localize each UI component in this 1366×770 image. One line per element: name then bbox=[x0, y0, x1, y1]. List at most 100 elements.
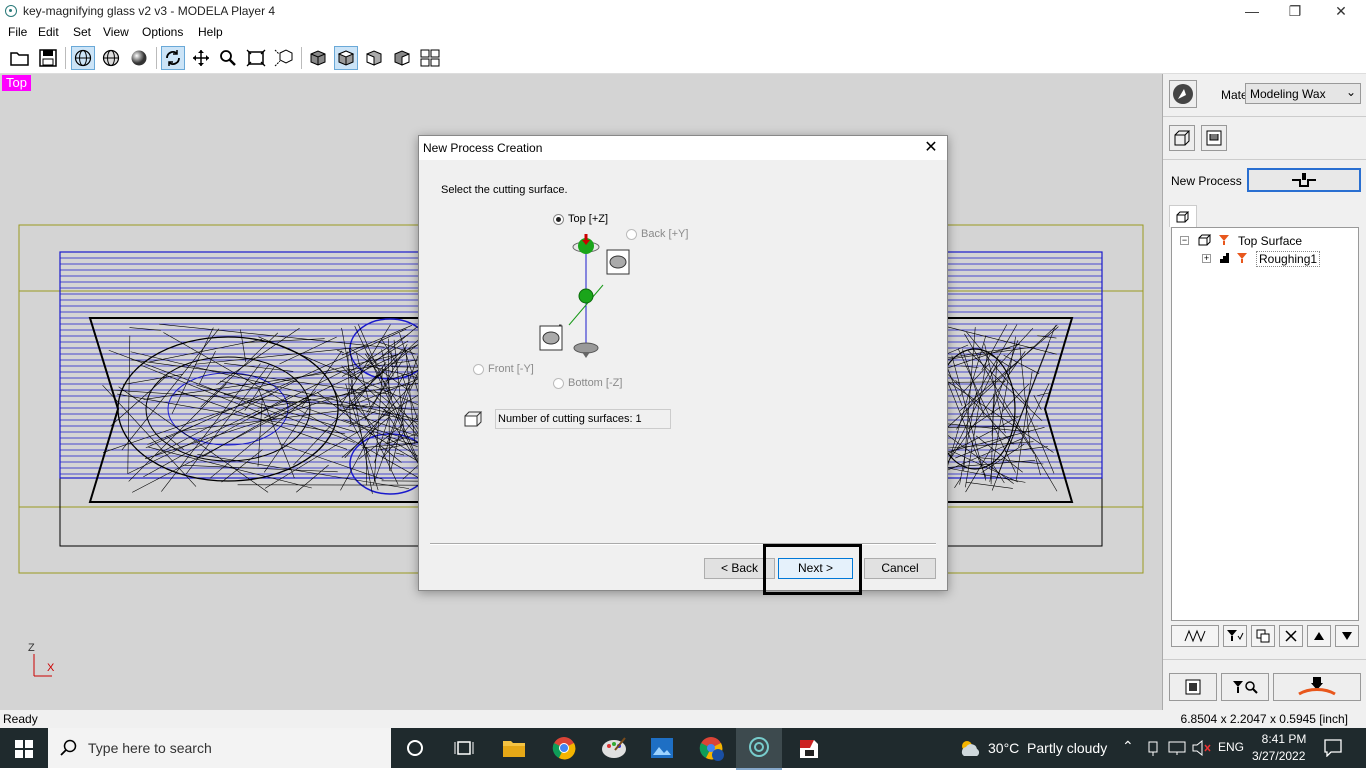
process-panel: Material Modeling Wax ⌄ New Process − To… bbox=[1162, 74, 1366, 710]
tree-node-top-surface[interactable]: Top Surface bbox=[1238, 234, 1302, 248]
menu-options[interactable]: Options bbox=[142, 25, 183, 39]
label-back[interactable]: Back [+Y] bbox=[641, 228, 688, 240]
notification-icon[interactable] bbox=[1324, 739, 1342, 757]
restore-button[interactable]: ❐ bbox=[1272, 0, 1318, 23]
tool-filter-button[interactable] bbox=[1223, 625, 1247, 647]
radio-top[interactable] bbox=[553, 214, 564, 225]
chevron-up-icon[interactable]: ⌃ bbox=[1122, 738, 1134, 755]
toolbar bbox=[0, 43, 1366, 74]
task-view-icon[interactable] bbox=[454, 739, 474, 757]
weather-icon[interactable] bbox=[958, 738, 982, 758]
arrow-down-icon bbox=[1341, 631, 1353, 641]
orientation-diagram bbox=[559, 230, 639, 360]
copy-button[interactable] bbox=[1251, 625, 1275, 647]
chrome-icon[interactable] bbox=[552, 736, 576, 760]
tree-expand-toggle[interactable]: + bbox=[1202, 254, 1211, 263]
menu-help[interactable]: Help bbox=[198, 25, 223, 39]
menu-file[interactable]: File bbox=[8, 25, 27, 39]
next-button[interactable]: Next > bbox=[778, 558, 853, 579]
tree-tab[interactable] bbox=[1169, 205, 1197, 227]
title-bar: key-magnifying glass v2 v3 - MODELA Play… bbox=[0, 0, 1366, 23]
dialog-instruction: Select the cutting surface. bbox=[441, 184, 568, 196]
close-window-button[interactable]: ✕ bbox=[1318, 0, 1364, 23]
model-settings-icon[interactable] bbox=[1201, 125, 1227, 151]
surface-count-field: Number of cutting surfaces: 1 bbox=[495, 409, 671, 429]
pan-icon[interactable] bbox=[189, 46, 213, 70]
stock-box-icon[interactable] bbox=[1169, 125, 1195, 151]
menu-set[interactable]: Set bbox=[73, 25, 91, 39]
material-icon[interactable] bbox=[1169, 80, 1197, 108]
modela-icon bbox=[748, 736, 770, 758]
chrome-profile-icon[interactable] bbox=[699, 736, 725, 762]
zoom-box-icon[interactable] bbox=[272, 46, 296, 70]
axis-z-label: Z bbox=[28, 642, 35, 654]
copy-icon bbox=[1256, 629, 1270, 643]
surface-stock-icon bbox=[1198, 234, 1212, 246]
label-front[interactable]: Front [-Y] bbox=[488, 363, 534, 375]
move-up-button[interactable] bbox=[1307, 625, 1331, 647]
material-value: Modeling Wax bbox=[1250, 87, 1326, 101]
material-select[interactable]: Modeling Wax ⌄ bbox=[1245, 83, 1361, 104]
tree-node-roughing1[interactable]: Roughing1 bbox=[1256, 251, 1320, 267]
search-icon bbox=[60, 739, 78, 757]
dialog-close-button[interactable]: ✕ bbox=[917, 138, 945, 158]
process-step-icon bbox=[1290, 172, 1318, 188]
zoom-icon[interactable] bbox=[216, 46, 240, 70]
cancel-button[interactable]: Cancel bbox=[864, 558, 936, 579]
language-indicator[interactable]: ENG bbox=[1218, 740, 1244, 754]
clock-date[interactable]: 3/27/2022 bbox=[1252, 749, 1305, 763]
usb-device-icon[interactable] bbox=[1146, 740, 1160, 756]
mill-cut-icon bbox=[1297, 676, 1337, 698]
wireframe-icon[interactable] bbox=[71, 46, 95, 70]
surface-count-text: Number of cutting surfaces: 1 bbox=[498, 413, 642, 425]
roland-app-icon[interactable] bbox=[797, 736, 821, 760]
tree-collapse-toggle[interactable]: − bbox=[1180, 236, 1189, 245]
front-view-icon bbox=[539, 325, 563, 351]
dialog-title: New Process Creation bbox=[423, 141, 542, 155]
cube-top-icon[interactable] bbox=[334, 46, 358, 70]
tool-search-button[interactable] bbox=[1221, 673, 1269, 701]
status-text: Ready bbox=[3, 712, 38, 726]
photos-icon[interactable] bbox=[650, 736, 674, 760]
new-process-button[interactable] bbox=[1247, 168, 1361, 192]
cut-button[interactable] bbox=[1273, 673, 1361, 701]
process-tree[interactable]: − Top Surface + Roughing1 bbox=[1171, 227, 1359, 621]
weather-text[interactable]: 30°C Partly cloudy bbox=[988, 740, 1107, 756]
multi-view-icon[interactable] bbox=[418, 46, 442, 70]
network-icon[interactable] bbox=[1168, 740, 1186, 756]
windows-start-icon[interactable] bbox=[15, 740, 33, 758]
cube-front-icon[interactable] bbox=[306, 46, 330, 70]
radio-bottom[interactable] bbox=[553, 378, 564, 389]
cube-iso-icon[interactable] bbox=[390, 46, 414, 70]
label-bottom[interactable]: Bottom [-Z] bbox=[568, 377, 622, 389]
file-explorer-icon[interactable] bbox=[502, 738, 526, 758]
window-title: key-magnifying glass v2 v3 - MODELA Play… bbox=[23, 4, 275, 18]
sphere-icon[interactable] bbox=[127, 46, 151, 70]
app-icon bbox=[5, 5, 17, 17]
dialog-title-bar: New Process Creation ✕ bbox=[419, 136, 947, 160]
label-top[interactable]: Top [+Z] bbox=[568, 213, 608, 225]
shaded-globe-icon[interactable] bbox=[99, 46, 123, 70]
rotate-icon[interactable] bbox=[161, 46, 185, 70]
cube-side-icon[interactable] bbox=[362, 46, 386, 70]
preview-cut-button[interactable] bbox=[1169, 673, 1217, 701]
minimize-button[interactable]: — bbox=[1229, 0, 1275, 23]
open-folder-icon[interactable] bbox=[8, 46, 32, 70]
hatch-path-button[interactable] bbox=[1171, 625, 1219, 647]
modela-taskbar-button[interactable] bbox=[736, 728, 782, 770]
volume-muted-icon[interactable] bbox=[1192, 740, 1212, 756]
search-placeholder: Type here to search bbox=[88, 740, 212, 756]
menu-edit[interactable]: Edit bbox=[38, 25, 59, 39]
roughing-steps-icon bbox=[1218, 252, 1230, 264]
fit-icon[interactable] bbox=[244, 46, 268, 70]
cortana-icon[interactable] bbox=[406, 739, 424, 757]
menu-view[interactable]: View bbox=[103, 25, 129, 39]
roughing-tool-icon bbox=[1236, 252, 1248, 264]
delete-button[interactable] bbox=[1279, 625, 1303, 647]
paint-icon[interactable] bbox=[601, 736, 627, 760]
taskbar-search-box[interactable]: Type here to search bbox=[48, 728, 391, 768]
save-icon[interactable] bbox=[36, 46, 60, 70]
clock-time[interactable]: 8:41 PM bbox=[1256, 732, 1312, 746]
move-down-button[interactable] bbox=[1335, 625, 1359, 647]
radio-front[interactable] bbox=[473, 364, 484, 375]
